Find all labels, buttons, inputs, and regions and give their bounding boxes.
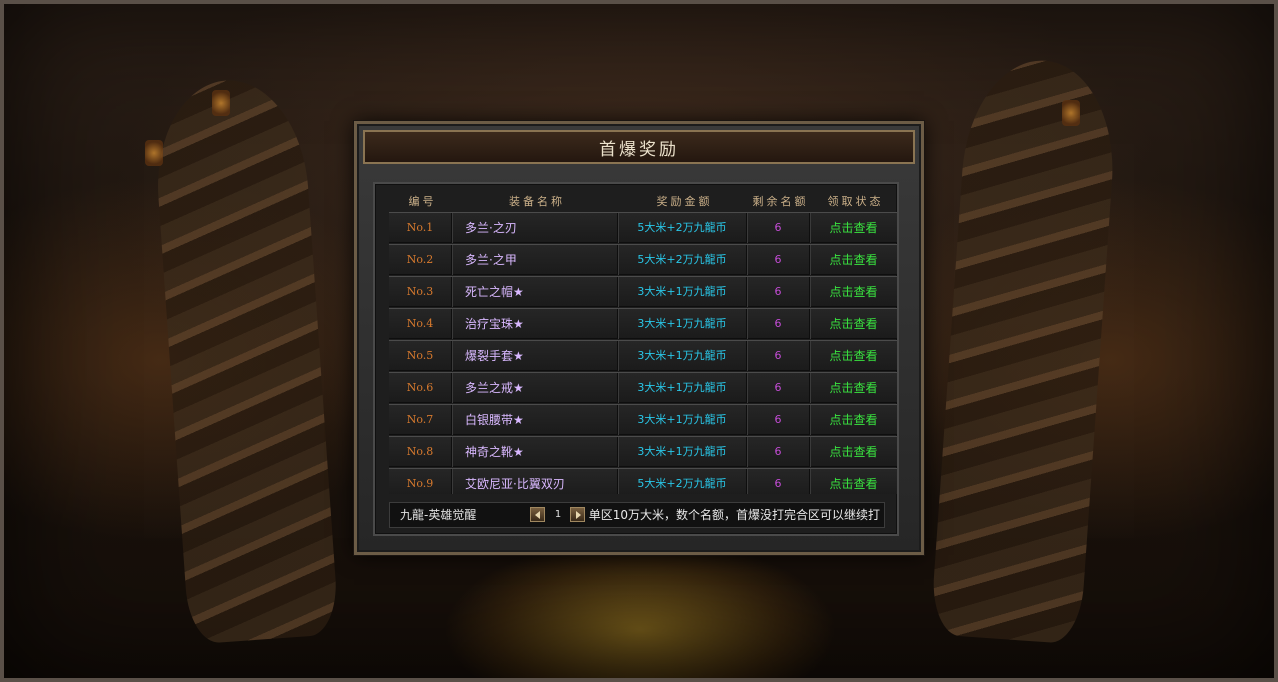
table-footer: 九龍-英雄觉醒 1 单区10万大米，数个名额，首爆没打完合区可以继续打 xyxy=(389,502,885,528)
row-remaining: 6 xyxy=(747,341,810,371)
row-number: No.8 xyxy=(389,437,452,467)
row-remaining: 6 xyxy=(747,245,810,275)
table-row: No.5 爆裂手套★ 3大米+1万九龍币 6 点击查看 xyxy=(389,340,897,371)
table-row: No.9 艾欧尼亚·比翼双刃 5大米+2万九龍币 6 点击查看 xyxy=(389,468,897,494)
row-item-name: 爆裂手套★ xyxy=(452,341,618,371)
view-details-link[interactable]: 点击查看 xyxy=(810,469,897,494)
view-details-link[interactable]: 点击查看 xyxy=(810,373,897,403)
view-details-link[interactable]: 点击查看 xyxy=(810,341,897,371)
left-pillar-decoration xyxy=(150,75,340,645)
right-pillar-decoration xyxy=(929,55,1121,645)
table-row: No.8 神奇之靴★ 3大米+1万九龍币 6 点击查看 xyxy=(389,436,897,467)
reward-table: 编号 装备名称 奖励金额 剩余名额 领取状态 No.1 多兰·之刃 5大米+2万… xyxy=(373,182,899,536)
row-reward: 3大米+1万九龍币 xyxy=(618,309,747,339)
next-page-button[interactable] xyxy=(570,507,585,522)
row-number: No.1 xyxy=(389,213,452,243)
row-reward: 3大米+1万九龍币 xyxy=(618,277,747,307)
header-number: 编号 xyxy=(408,195,437,208)
row-number: No.6 xyxy=(389,373,452,403)
row-remaining: 6 xyxy=(747,469,810,494)
lantern-decoration xyxy=(212,90,230,116)
row-number: No.7 xyxy=(389,405,452,435)
row-remaining: 6 xyxy=(747,373,810,403)
row-item-name: 艾欧尼亚·比翼双刃 xyxy=(452,469,618,494)
view-details-link[interactable]: 点击查看 xyxy=(810,245,897,275)
table-header: 编号 装备名称 奖励金额 剩余名额 领取状态 xyxy=(391,192,887,212)
first-drop-reward-panel: 首爆奖励 编号 装备名称 奖励金额 剩余名额 领取状态 No.1 多兰·之刃 5… xyxy=(354,121,924,555)
server-name: 九龍-英雄觉醒 xyxy=(400,508,477,522)
prev-page-button[interactable] xyxy=(530,507,545,522)
row-reward: 3大米+1万九龍币 xyxy=(618,341,747,371)
table-body: No.1 多兰·之刃 5大米+2万九龍币 6 点击查看 No.2 多兰·之甲 5… xyxy=(389,212,899,494)
row-item-name: 治疗宝珠★ xyxy=(452,309,618,339)
row-number: No.9 xyxy=(389,469,452,494)
row-reward: 5大米+2万九龍币 xyxy=(618,245,747,275)
row-item-name: 多兰之戒★ xyxy=(452,373,618,403)
view-details-link[interactable]: 点击查看 xyxy=(810,213,897,243)
view-details-link[interactable]: 点击查看 xyxy=(810,437,897,467)
next-page-icon xyxy=(576,511,581,519)
table-row: No.4 治疗宝珠★ 3大米+1万九龍币 6 点击查看 xyxy=(389,308,897,339)
table-row: No.2 多兰·之甲 5大米+2万九龍币 6 点击查看 xyxy=(389,244,897,275)
row-remaining: 6 xyxy=(747,277,810,307)
header-item-name: 装备名称 xyxy=(509,195,565,208)
table-row: No.3 死亡之帽★ 3大米+1万九龍币 6 点击查看 xyxy=(389,276,897,307)
view-details-link[interactable]: 点击查看 xyxy=(810,309,897,339)
row-reward: 5大米+2万九龍币 xyxy=(618,213,747,243)
row-item-name: 死亡之帽★ xyxy=(452,277,618,307)
row-item-name: 多兰·之甲 xyxy=(452,245,618,275)
row-item-name: 神奇之靴★ xyxy=(452,437,618,467)
row-remaining: 6 xyxy=(747,309,810,339)
row-reward: 3大米+1万九龍币 xyxy=(618,405,747,435)
panel-title-bar: 首爆奖励 xyxy=(363,130,915,164)
page-number: 1 xyxy=(554,509,562,520)
header-status: 领取状态 xyxy=(827,195,884,208)
header-remaining: 剩余名额 xyxy=(752,195,809,208)
reward-note: 单区10万大米，数个名额，首爆没打完合区可以继续打 xyxy=(588,508,880,522)
row-reward: 3大米+1万九龍币 xyxy=(618,373,747,403)
row-number: No.3 xyxy=(389,277,452,307)
row-reward: 5大米+2万九龍币 xyxy=(618,469,747,494)
row-remaining: 6 xyxy=(747,213,810,243)
header-reward: 奖励金额 xyxy=(656,195,713,208)
panel-title: 首爆奖励 xyxy=(599,139,679,160)
row-remaining: 6 xyxy=(747,405,810,435)
row-number: No.5 xyxy=(389,341,452,371)
row-reward: 3大米+1万九龍币 xyxy=(618,437,747,467)
lantern-decoration xyxy=(1062,100,1080,126)
view-details-link[interactable]: 点击查看 xyxy=(810,405,897,435)
table-row: No.7 白银腰带★ 3大米+1万九龍币 6 点击查看 xyxy=(389,404,897,435)
row-item-name: 多兰·之刃 xyxy=(452,213,618,243)
row-remaining: 6 xyxy=(747,437,810,467)
prev-page-icon xyxy=(535,511,540,519)
row-item-name: 白银腰带★ xyxy=(452,405,618,435)
row-number: No.2 xyxy=(389,245,452,275)
table-row: No.1 多兰·之刃 5大米+2万九龍币 6 点击查看 xyxy=(389,212,897,243)
row-number: No.4 xyxy=(389,309,452,339)
table-row: No.6 多兰之戒★ 3大米+1万九龍币 6 点击查看 xyxy=(389,372,897,403)
view-details-link[interactable]: 点击查看 xyxy=(810,277,897,307)
lantern-decoration xyxy=(145,140,163,166)
